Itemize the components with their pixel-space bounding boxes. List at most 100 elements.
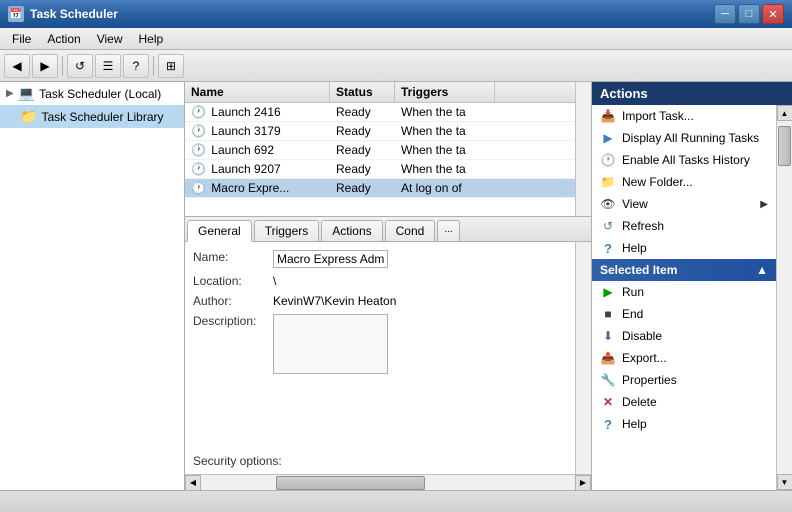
action-help-selected[interactable]: ? Help xyxy=(592,413,776,435)
action-export-label: Export... xyxy=(622,351,667,365)
task-row[interactable]: 🕐 Launch 9207 Ready When the ta xyxy=(185,160,591,179)
action-run[interactable]: ▶ Run xyxy=(592,281,776,303)
tree-label-local: Task Scheduler (Local) xyxy=(39,87,161,101)
tab-general[interactable]: General xyxy=(187,220,252,242)
back-button[interactable]: ◀ xyxy=(4,54,30,78)
task-status-4: Ready xyxy=(330,179,395,197)
delete-icon: ✕ xyxy=(600,394,616,410)
grid-button[interactable]: ⊞ xyxy=(158,54,184,78)
action-refresh[interactable]: ↺ Refresh xyxy=(592,215,776,237)
action-properties[interactable]: 🔧 Properties xyxy=(592,369,776,391)
vscroll-down-arrow[interactable]: ▼ xyxy=(777,474,792,490)
tab-actions[interactable]: Actions xyxy=(321,220,382,241)
detail-description-input[interactable] xyxy=(273,314,388,374)
detail-security-label: Security options: xyxy=(193,454,282,468)
help-selected-icon: ? xyxy=(600,416,616,432)
task-trigger-0: When the ta xyxy=(395,103,495,121)
vscroll-up-arrow[interactable]: ▲ xyxy=(777,105,792,121)
maximize-button[interactable]: □ xyxy=(738,4,760,24)
actions-scrollbar[interactable]: ▲ ▼ xyxy=(776,105,792,490)
task-row[interactable]: 🕐 Launch 2416 Ready When the ta xyxy=(185,103,591,122)
task-name-4: 🕐 Macro Expre... xyxy=(185,179,330,197)
action-delete-label: Delete xyxy=(622,395,657,409)
detail-name-input[interactable] xyxy=(273,250,388,268)
menu-view[interactable]: View xyxy=(89,30,131,48)
action-enable-history[interactable]: 🕐 Enable All Tasks History xyxy=(592,149,776,171)
menu-action[interactable]: Action xyxy=(39,30,88,48)
main-container: ▶ 💻 Task Scheduler (Local) 📁 Task Schedu… xyxy=(0,82,792,490)
left-tree-pane: ▶ 💻 Task Scheduler (Local) 📁 Task Schedu… xyxy=(0,82,185,490)
hscroll-track[interactable] xyxy=(201,475,575,490)
show-hide-button[interactable]: ☰ xyxy=(95,54,121,78)
task-icon-2: 🕐 xyxy=(191,143,206,157)
end-icon: ■ xyxy=(600,306,616,322)
detail-location-value: \ xyxy=(273,274,583,288)
detail-author-label: Author: xyxy=(193,294,273,308)
refresh-icon: ↺ xyxy=(600,218,616,234)
task-row[interactable]: 🕐 Launch 3179 Ready When the ta xyxy=(185,122,591,141)
detail-location-label: Location: xyxy=(193,274,273,288)
action-end[interactable]: ■ End xyxy=(592,303,776,325)
run-icon: ▶ xyxy=(600,284,616,300)
action-help-general[interactable]: ? Help xyxy=(592,237,776,259)
action-delete[interactable]: ✕ Delete xyxy=(592,391,776,413)
menu-help[interactable]: Help xyxy=(131,30,172,48)
tree-icon-folder: 📁 xyxy=(20,108,37,125)
col-header-name: Name xyxy=(185,82,330,102)
tree-item-local[interactable]: ▶ 💻 Task Scheduler (Local) xyxy=(0,82,184,105)
display-running-icon: ▶ xyxy=(600,130,616,146)
tab-conditions[interactable]: Cond xyxy=(385,220,436,241)
task-trigger-3: When the ta xyxy=(395,160,495,178)
tab-more[interactable]: ... xyxy=(437,220,459,241)
horizontal-scrollbar[interactable]: ◀ ▶ xyxy=(185,474,591,490)
hscroll-left-arrow[interactable]: ◀ xyxy=(185,475,201,491)
selected-item-header[interactable]: Selected Item ▲ xyxy=(592,259,776,281)
task-list-scrollbar[interactable] xyxy=(575,82,591,216)
detail-tabs: General Triggers Actions Cond ... xyxy=(185,217,591,242)
detail-author-row: Author: KevinW7\Kevin Heaton xyxy=(193,294,583,308)
forward-button[interactable]: ▶ xyxy=(32,54,58,78)
task-icon-4: 🕐 xyxy=(191,181,206,195)
tab-triggers[interactable]: Triggers xyxy=(254,220,320,241)
task-row[interactable]: 🕐 Launch 692 Ready When the ta xyxy=(185,141,591,160)
selected-item-collapse-icon: ▲ xyxy=(756,263,768,277)
close-button[interactable]: ✕ xyxy=(762,4,784,24)
action-disable[interactable]: ⬇ Disable xyxy=(592,325,776,347)
hscroll-right-arrow[interactable]: ▶ xyxy=(575,475,591,491)
action-properties-label: Properties xyxy=(622,373,677,387)
action-display-running[interactable]: ▶ Display All Running Tasks xyxy=(592,127,776,149)
help-button[interactable]: ? xyxy=(123,54,149,78)
detail-name-label: Name: xyxy=(193,250,273,264)
task-status-0: Ready xyxy=(330,103,395,121)
status-bar xyxy=(0,490,792,512)
action-help-general-label: Help xyxy=(622,241,647,255)
vscroll-track[interactable] xyxy=(777,121,792,474)
col-header-status: Status xyxy=(330,82,395,102)
actions-list: 📥 Import Task... ▶ Display All Running T… xyxy=(592,105,776,490)
detail-description-label: Description: xyxy=(193,314,273,328)
disable-icon: ⬇ xyxy=(600,328,616,344)
minimize-button[interactable]: ─ xyxy=(714,4,736,24)
refresh-button[interactable]: ↺ xyxy=(67,54,93,78)
action-enable-history-label: Enable All Tasks History xyxy=(622,153,750,167)
title-bar: 📅 Task Scheduler ─ □ ✕ xyxy=(0,0,792,28)
task-trigger-4: At log on of xyxy=(395,179,495,197)
detail-scrollbar[interactable] xyxy=(575,242,591,474)
vscroll-thumb[interactable] xyxy=(778,126,791,166)
action-view[interactable]: 👁 View ▶ xyxy=(592,193,776,215)
action-help-selected-label: Help xyxy=(622,417,647,431)
action-import-task[interactable]: 📥 Import Task... xyxy=(592,105,776,127)
hscroll-thumb[interactable] xyxy=(276,476,426,490)
detail-author-value: KevinW7\Kevin Heaton xyxy=(273,294,583,308)
action-new-folder[interactable]: 📁 New Folder... xyxy=(592,171,776,193)
view-icon: 👁 xyxy=(600,196,616,212)
task-row[interactable]: 🕐 Macro Expre... Ready At log on of xyxy=(185,179,591,198)
tree-item-library[interactable]: 📁 Task Scheduler Library xyxy=(0,105,184,128)
task-name-0: 🕐 Launch 2416 xyxy=(185,103,330,121)
task-trigger-2: When the ta xyxy=(395,141,495,159)
action-export[interactable]: 📤 Export... xyxy=(592,347,776,369)
selected-item-label: Selected Item xyxy=(600,263,677,277)
menu-file[interactable]: File xyxy=(4,30,39,48)
action-display-running-label: Display All Running Tasks xyxy=(622,131,759,145)
toolbar-separator-2 xyxy=(153,56,154,76)
